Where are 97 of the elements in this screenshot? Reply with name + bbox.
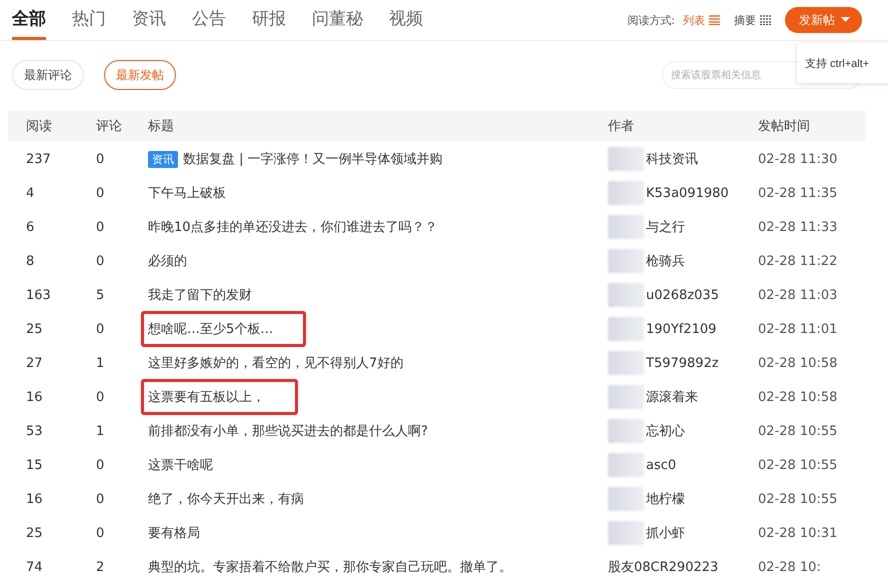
table-cell-text: 02-28 10:31 <box>758 526 838 540</box>
table-cell-text: 74 <box>25 560 44 574</box>
blurred-patch <box>608 453 644 477</box>
blurred-patch <box>608 351 644 375</box>
table-cell-text: 02-28 10:55 <box>758 492 838 506</box>
table-cell-text: 0 <box>95 492 106 506</box>
author-link[interactable]: 190Yf2109 <box>646 322 716 336</box>
table-cell-text: 0 <box>95 458 106 472</box>
filter-pill[interactable]: 最新评论 <box>12 60 84 90</box>
tab[interactable]: 视频 <box>389 0 423 40</box>
table-cell-text: 15 <box>25 458 44 472</box>
table-cell-text: 8 <box>25 254 36 268</box>
table-cell-text: 0 <box>95 186 106 200</box>
author-link[interactable]: 忘初心 <box>646 422 685 440</box>
table-cell-text: 02-28 11:33 <box>758 220 838 234</box>
table-cell-text: 5 <box>95 288 106 302</box>
table-cell-text: 237 <box>25 152 52 166</box>
table-cell-text: 25 <box>25 526 44 540</box>
blurred-patch <box>608 147 644 171</box>
post-title-link[interactable]: 这票干啥呢 <box>148 456 213 474</box>
table-cell-text: 02-28 10:55 <box>758 424 838 438</box>
table-cell-text: 16 <box>25 390 44 404</box>
table-cell-text: 0 <box>95 526 106 540</box>
table-cell-text: 53 <box>25 424 44 438</box>
author-link[interactable]: 地柠檬 <box>646 490 685 508</box>
blurred-patch <box>608 283 644 307</box>
table-cell-text: 02-28 11:22 <box>758 254 838 268</box>
table-cell-text: 2 <box>95 560 106 574</box>
table-cell-text: 0 <box>95 322 106 336</box>
blurred-patch <box>608 317 644 341</box>
author-link[interactable]: 枪骑兵 <box>646 252 685 270</box>
author-link[interactable]: asc0 <box>646 458 676 472</box>
post-title-link[interactable]: 必须的 <box>148 252 187 270</box>
column-header: 发帖时间 <box>758 118 811 135</box>
author-link[interactable]: 源滚着来 <box>646 388 698 406</box>
table-cell-text: 02-28 11:01 <box>758 322 838 336</box>
tab[interactable]: 全部 <box>12 0 46 40</box>
table-cell-text: 25 <box>25 322 44 336</box>
blurred-patch <box>608 181 644 205</box>
table-cell-text: 0 <box>95 254 106 268</box>
column-header: 标题 <box>148 118 175 135</box>
author-link[interactable]: 科技资讯 <box>646 150 698 168</box>
author-link[interactable]: 与之行 <box>646 218 685 236</box>
table-cell-text: 4 <box>25 186 36 200</box>
table-cell-text: 16 <box>25 492 44 506</box>
table-cell-text: 0 <box>95 220 106 234</box>
post-title-link[interactable]: 想啥呢…至少5个板… <box>148 320 274 338</box>
table-cell-text: 02-28 11:30 <box>758 152 838 166</box>
table-cell-text: 02-28 11:03 <box>758 288 838 302</box>
post-title-link[interactable]: 下午马上破板 <box>148 184 226 202</box>
table-cell-text: 1 <box>95 356 106 370</box>
table-cell-text: 02-28 10:55 <box>758 458 838 472</box>
blurred-patch <box>608 487 644 511</box>
summary-icon <box>760 15 771 25</box>
tab[interactable]: 公告 <box>192 0 226 40</box>
table-cell-text: 02-28 10:58 <box>758 356 838 370</box>
tab[interactable]: 热门 <box>72 0 106 40</box>
tab[interactable]: 资讯 <box>132 0 166 40</box>
blurred-patch <box>608 521 644 545</box>
post-title-link[interactable]: 我走了留下的发财 <box>148 286 252 304</box>
post-title-link[interactable]: 要有格局 <box>148 524 200 542</box>
post-title-link[interactable]: 这里好多嫉妒的，看空的，见不得别人7好的 <box>148 354 404 372</box>
post-title-link[interactable]: 昨晚10点多挂的单还没进去，你们谁进去了吗？？ <box>148 218 438 236</box>
blurred-patch <box>608 215 644 239</box>
column-header: 作者 <box>608 118 635 135</box>
author-link[interactable]: K53a091980 <box>646 186 729 200</box>
table-cell-text: 0 <box>95 152 106 166</box>
blurred-patch <box>608 419 644 443</box>
category-tag: 资讯 <box>148 150 178 168</box>
table-cell-text: 02-28 11:35 <box>758 186 838 200</box>
table-cell-text: 02-28 10: <box>758 560 822 574</box>
list-icon <box>709 15 720 25</box>
table-cell-text: 02-28 10:58 <box>758 390 838 404</box>
author-link[interactable]: u0268z035 <box>646 288 719 302</box>
blurred-patch <box>608 385 644 409</box>
table-cell-text: 1 <box>95 424 106 438</box>
blurred-patch <box>608 249 644 273</box>
table-cell-text: 27 <box>25 356 44 370</box>
author-link[interactable]: 股友08CR290223 <box>608 558 718 576</box>
post-title-link[interactable]: 数据复盘 | 一字涨停！又一例半导体领域并购 <box>183 150 443 168</box>
column-header: 评论 <box>95 118 123 135</box>
table-cell-text: 163 <box>25 288 52 302</box>
author-link[interactable]: T5979892z <box>646 356 719 370</box>
table-cell-text: 6 <box>25 220 36 234</box>
table-cell-text: 0 <box>95 390 106 404</box>
post-title-link[interactable]: 绝了，你今天开出来，有病 <box>148 490 304 508</box>
view-mode-label: 阅读方式: <box>627 12 675 28</box>
tab[interactable]: 研报 <box>252 0 286 40</box>
view-mode-option[interactable]: 摘要 <box>734 12 771 28</box>
post-title-link[interactable]: 典型的坑。专家捂着不给散户买，那你专家自己玩吧。撤单了。 <box>148 558 512 576</box>
column-header: 阅读 <box>25 118 53 135</box>
caret-icon <box>841 17 850 23</box>
tab[interactable]: 问董秘 <box>312 0 363 40</box>
post-title-link[interactable]: 这票要有五板以上， <box>148 388 265 406</box>
post-title-link[interactable]: 前排都没有小单，那些说买进去的都是什么人啊? <box>148 422 428 440</box>
author-link[interactable]: 抓小虾 <box>646 524 685 542</box>
tooltip: 支持 ctrl+alt+ <box>797 43 888 83</box>
